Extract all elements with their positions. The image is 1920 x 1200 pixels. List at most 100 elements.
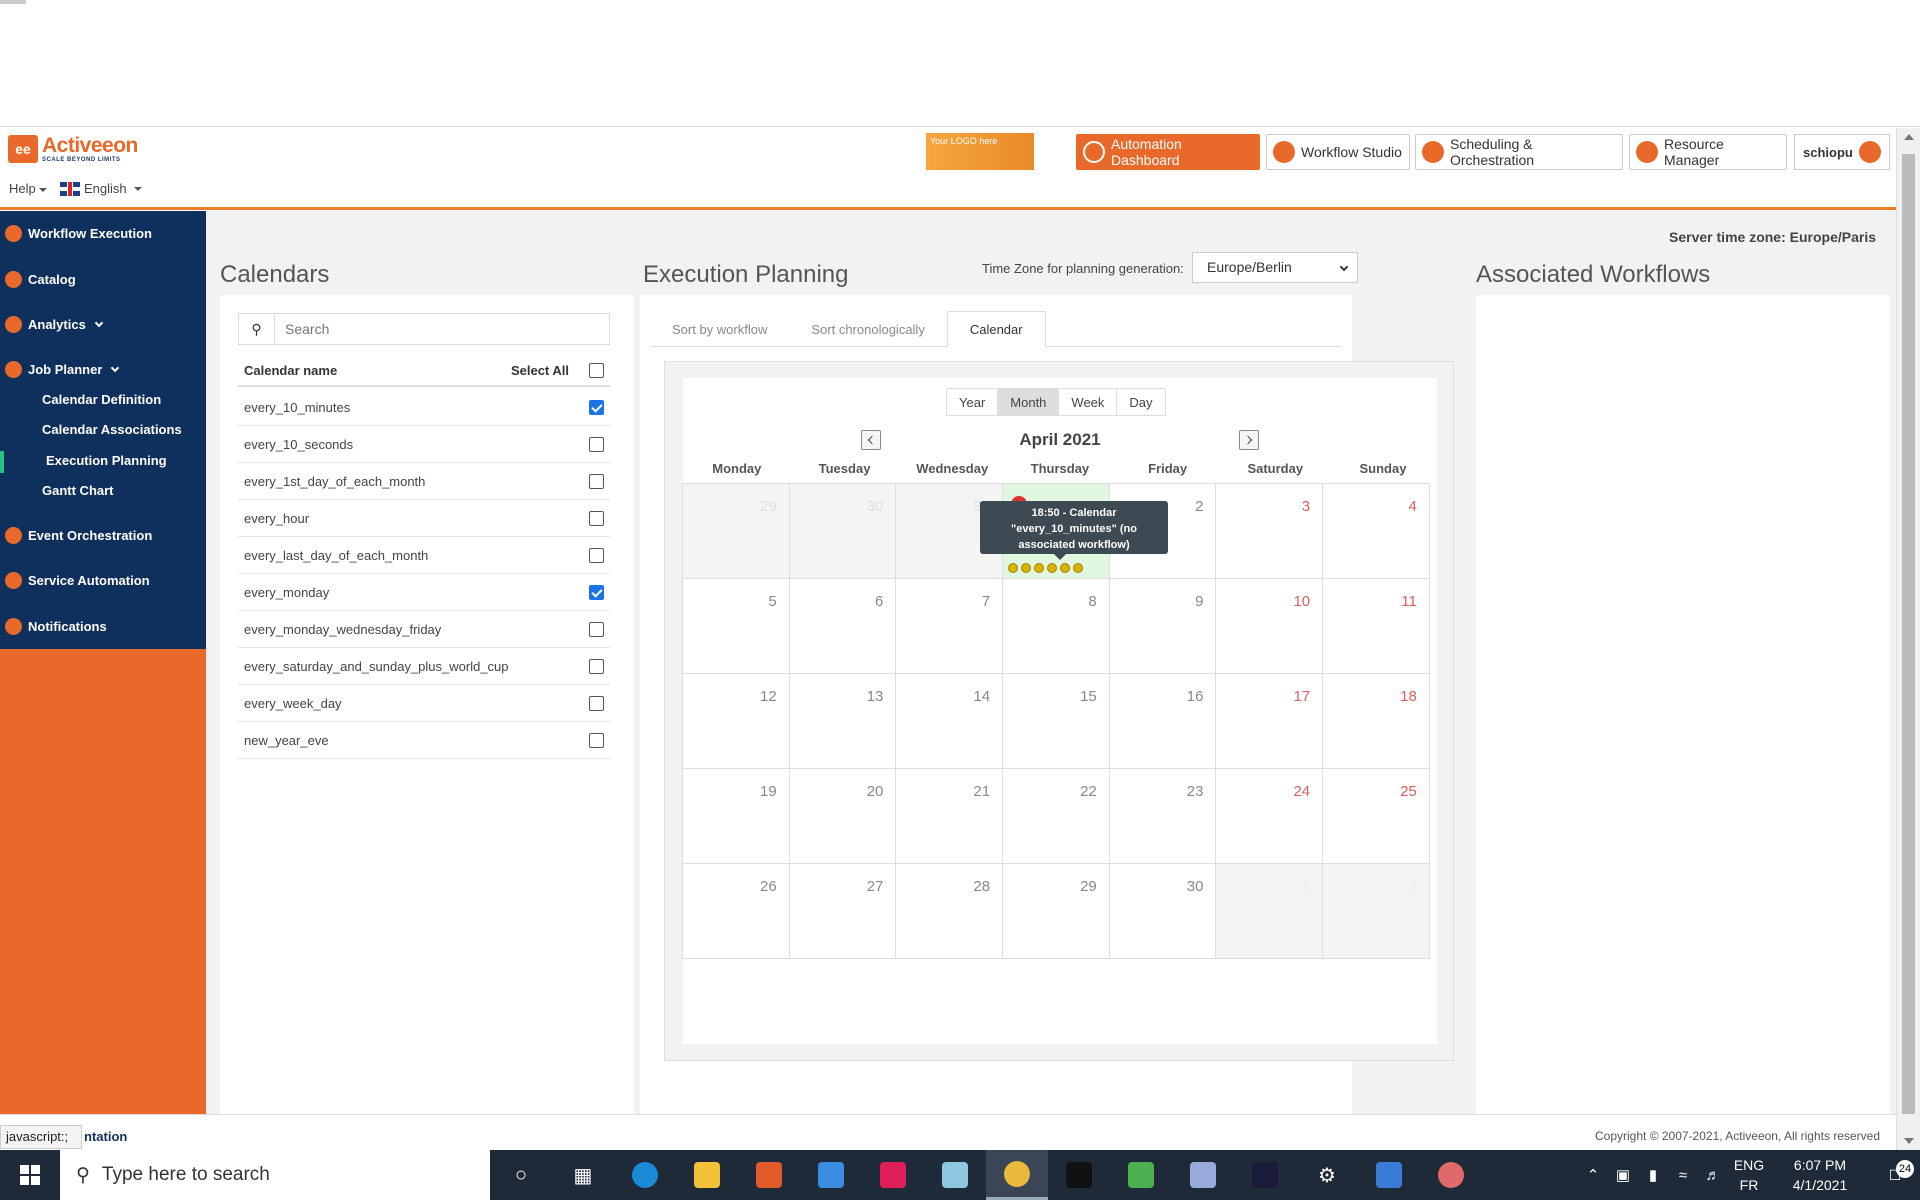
calendar-search-input[interactable] xyxy=(275,321,595,337)
editor-icon[interactable] xyxy=(1110,1150,1172,1200)
calendar-row[interactable]: every_week_day xyxy=(238,685,610,722)
view-year-button[interactable]: Year xyxy=(946,388,999,416)
calendar-day[interactable]: 21 xyxy=(895,768,1004,864)
calendar-row[interactable]: every_1st_day_of_each_month xyxy=(238,463,610,500)
file-explorer-icon[interactable] xyxy=(676,1150,738,1200)
calendar-checkbox[interactable] xyxy=(589,473,604,489)
scheduling-orchestration-button[interactable]: Scheduling & Orchestration xyxy=(1415,134,1623,170)
app-icon[interactable] xyxy=(1420,1150,1482,1200)
intellij-icon[interactable] xyxy=(1234,1150,1296,1200)
calendar-day[interactable]: 29 xyxy=(682,483,790,579)
planning-tz-select[interactable]: Europe/Berlin xyxy=(1192,252,1358,283)
calendar-row[interactable]: every_monday_wednesday_friday xyxy=(238,611,610,648)
calendar-day[interactable]: 8 xyxy=(1002,578,1110,674)
store-icon[interactable] xyxy=(738,1150,800,1200)
calendar-day[interactable]: 13 xyxy=(788,673,897,769)
calendar-checkbox[interactable] xyxy=(589,658,604,674)
calendar-checkbox[interactable] xyxy=(589,510,604,526)
calendar-day[interactable]: 17 xyxy=(1215,673,1324,769)
input-language[interactable]: ENG FR xyxy=(1728,1155,1770,1195)
wifi-icon[interactable]: ≈ xyxy=(1668,1167,1698,1184)
calendar-day[interactable]: 12 xyxy=(682,673,790,769)
calendar-day[interactable]: 28 xyxy=(895,863,1004,959)
scroll-thumb[interactable] xyxy=(1902,154,1915,1114)
calendar-day[interactable]: 15 xyxy=(1002,673,1110,769)
battery-icon[interactable]: ▮ xyxy=(1638,1166,1668,1184)
calendar-row[interactable]: every_saturday_and_sunday_plus_world_cup xyxy=(238,648,610,685)
paint-icon[interactable] xyxy=(1172,1150,1234,1200)
calendar-day[interactable]: 2 xyxy=(1322,863,1430,959)
tab-sort-chronologically[interactable]: Sort chronologically xyxy=(789,311,946,347)
view-week-button[interactable]: Week xyxy=(1058,388,1118,416)
event-dot[interactable] xyxy=(1008,563,1019,573)
view-day-button[interactable]: Day xyxy=(1116,388,1166,416)
camera-icon[interactable]: ▣ xyxy=(1608,1166,1638,1184)
task-view-icon[interactable]: ▦ xyxy=(552,1150,614,1200)
calendar-day[interactable]: 16 xyxy=(1108,673,1217,769)
volume-icon[interactable]: ♬ xyxy=(1698,1167,1728,1184)
sidebar-item-job-planner[interactable]: Job Planner xyxy=(5,361,120,378)
help-menu[interactable]: Help xyxy=(9,181,47,196)
sidebar-sub-calendar-associations[interactable]: Calendar Associations xyxy=(42,422,182,437)
next-month-button[interactable] xyxy=(1239,430,1259,450)
calendar-day[interactable]: 14 xyxy=(895,673,1004,769)
scroll-down-icon[interactable] xyxy=(1904,1138,1914,1144)
notes-icon[interactable] xyxy=(924,1150,986,1200)
scroll-up-icon[interactable] xyxy=(1904,134,1914,140)
calendar-day[interactable]: 29 xyxy=(1002,863,1110,959)
calendar-checkbox[interactable] xyxy=(589,436,604,452)
calendar-row[interactable]: every_10_minutes xyxy=(238,389,610,426)
calendar-day[interactable]: 25 xyxy=(1322,768,1430,864)
calendar-day[interactable]: 7 xyxy=(895,578,1004,674)
calendar-day[interactable]: 19 xyxy=(682,768,790,864)
calendar-day[interactable]: 23 xyxy=(1108,768,1217,864)
clock[interactable]: 6:07 PM 4/1/2021 xyxy=(1770,1155,1870,1195)
calendar-day[interactable]: 10 xyxy=(1215,578,1324,674)
calendar-checkbox[interactable] xyxy=(589,547,604,563)
footer-link[interactable]: ntation xyxy=(84,1129,127,1144)
sidebar-sub-calendar-definition[interactable]: Calendar Definition xyxy=(42,392,161,407)
calendar-row[interactable]: every_10_seconds xyxy=(238,426,610,463)
settings-gear-icon[interactable]: ⚙ xyxy=(1296,1150,1358,1200)
calendar-checkbox[interactable] xyxy=(589,584,604,600)
language-menu[interactable]: English xyxy=(60,181,142,196)
sidebar-item-analytics[interactable]: Analytics xyxy=(5,316,104,333)
chevron-up-icon[interactable]: ⌃ xyxy=(1578,1166,1608,1184)
calendar-row[interactable]: every_last_day_of_each_month xyxy=(238,537,610,574)
terminal-icon[interactable] xyxy=(1048,1150,1110,1200)
mail-icon[interactable] xyxy=(800,1150,862,1200)
calendar-day[interactable]: 4 xyxy=(1322,483,1430,579)
sidebar-item-event-orchestration[interactable]: Event Orchestration xyxy=(5,527,152,544)
view-month-button[interactable]: Month xyxy=(997,388,1060,416)
calendar-checkbox[interactable] xyxy=(589,621,604,637)
notification-center-icon[interactable]: ☐ 24 xyxy=(1870,1159,1920,1184)
resource-manager-button[interactable]: Resource Manager xyxy=(1629,134,1787,170)
calendar-day[interactable]: 26 xyxy=(682,863,790,959)
event-dot[interactable] xyxy=(1073,563,1084,573)
edge-icon[interactable] xyxy=(614,1150,676,1200)
calendar-day[interactable]: 30 xyxy=(1108,863,1217,959)
calendar-day[interactable]: 30 xyxy=(788,483,897,579)
calendar-day[interactable]: 9 xyxy=(1108,578,1217,674)
calendar-checkbox[interactable] xyxy=(589,732,604,748)
event-dot[interactable] xyxy=(1034,563,1045,573)
cortana-icon[interactable]: ○ xyxy=(490,1150,552,1200)
tab-sort-by-workflow[interactable]: Sort by workflow xyxy=(650,311,789,347)
calendar-day[interactable]: 22 xyxy=(1002,768,1110,864)
calendar-day[interactable]: 1 xyxy=(1215,863,1324,959)
calendar-day[interactable]: 18 xyxy=(1322,673,1430,769)
calendar-checkbox[interactable] xyxy=(589,399,604,415)
workflow-studio-button[interactable]: Workflow Studio xyxy=(1266,134,1410,170)
page-scrollbar[interactable] xyxy=(1896,128,1920,1150)
user-logout-button[interactable]: schiopu xyxy=(1794,134,1890,170)
calendar-day[interactable]: 20 xyxy=(788,768,897,864)
calendar-day[interactable]: 6 xyxy=(788,578,897,674)
sidebar-sub-execution-planning[interactable]: Execution Planning xyxy=(46,453,167,468)
calendar-day[interactable]: 24 xyxy=(1215,768,1324,864)
calendar-row[interactable]: new_year_eve xyxy=(238,722,610,759)
sidebar-item-workflow-execution[interactable]: Workflow Execution xyxy=(5,225,152,242)
sidebar-item-notifications[interactable]: Notifications xyxy=(5,618,107,635)
tab-calendar[interactable]: Calendar xyxy=(946,311,1046,347)
sidebar-item-catalog[interactable]: Catalog xyxy=(5,271,76,288)
calendar-row[interactable]: every_hour xyxy=(238,500,610,537)
